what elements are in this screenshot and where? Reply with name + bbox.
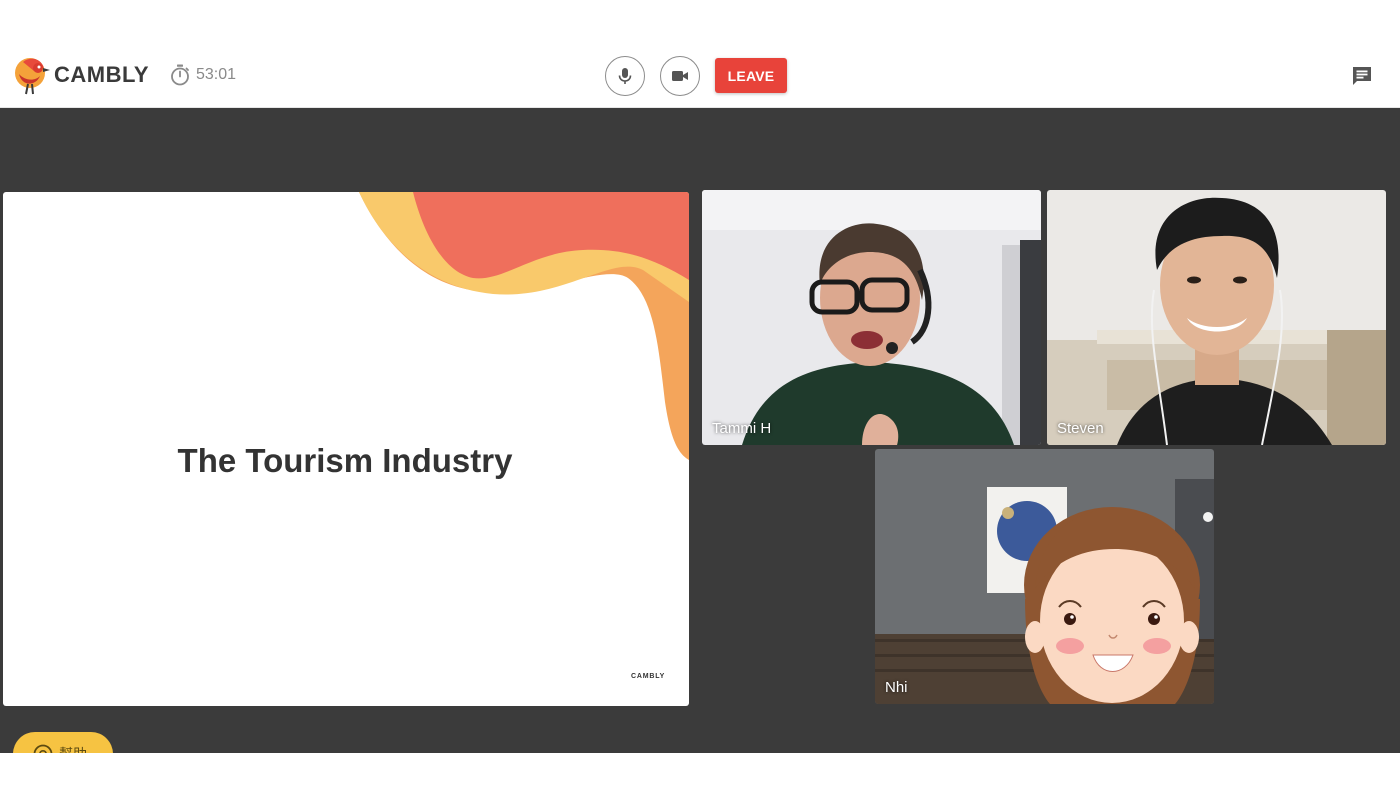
participant-name: Tammi H [712, 420, 772, 437]
video-call-page: CAMBLY 53:01 LEAVE The Tourism Industry … [0, 0, 1400, 800]
cambly-logo: CAMBLY [14, 54, 149, 96]
leave-button[interactable]: LEAVE [715, 58, 787, 93]
participant-name: Steven [1057, 420, 1104, 437]
shared-slide: The Tourism Industry CAMBLY [3, 192, 689, 706]
chat-icon[interactable] [1350, 64, 1374, 88]
slide-footer-brand: CAMBLY [631, 673, 666, 680]
help-icon [33, 744, 53, 753]
participant-video-3 [875, 449, 1214, 704]
session-timer: 53:01 [170, 64, 236, 86]
participant-video-1 [702, 190, 1041, 445]
top-bar: CAMBLY 53:01 LEAVE [0, 44, 1400, 108]
brand-name: CAMBLY [54, 62, 150, 87]
microphone-icon [618, 68, 632, 84]
camera-button[interactable] [660, 56, 700, 96]
participant-video-2 [1047, 190, 1386, 445]
help-label: 幫助 [59, 744, 87, 753]
help-button[interactable]: 幫助 [13, 732, 113, 753]
slide-title-text: The Tourism Industry [177, 442, 513, 479]
video-camera-icon [672, 71, 688, 81]
participant-tile-nhi[interactable]: Nhi [875, 449, 1214, 704]
cambly-bird-icon [15, 58, 50, 95]
timer-icon [171, 64, 189, 86]
call-stage: The Tourism Industry CAMBLY Tammi H Stev… [0, 108, 1400, 753]
slide-title: The Tourism Industry [3, 442, 689, 480]
participant-tile-tutor[interactable]: Tammi H [702, 190, 1041, 445]
timer-value: 53:01 [196, 66, 237, 83]
microphone-button[interactable] [605, 56, 645, 96]
participant-name: Nhi [885, 679, 908, 696]
participant-tile-steven[interactable]: Steven [1047, 190, 1386, 445]
